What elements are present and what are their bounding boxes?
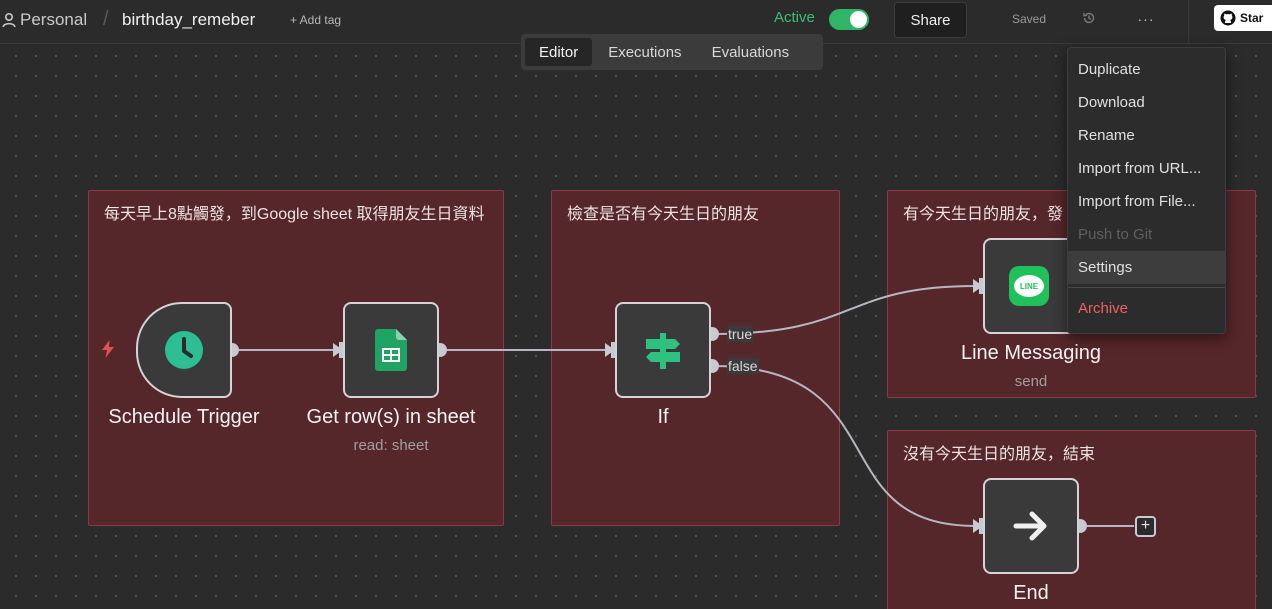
node-line-messaging[interactable]: LINE	[983, 238, 1079, 334]
menu-divider	[1068, 287, 1225, 288]
node-end[interactable]	[983, 478, 1079, 574]
google-sheets-icon	[375, 329, 407, 371]
menu-item-import-url[interactable]: Import from URL...	[1068, 152, 1225, 185]
edge-if-false-end	[711, 365, 977, 527]
line-icon-text: LINE	[1019, 281, 1039, 291]
node-subtitle: read: sheet	[353, 437, 429, 454]
node-label: If	[657, 406, 669, 428]
branch-label-true: true	[727, 326, 754, 342]
node-subtitle: send	[1014, 373, 1048, 390]
trigger-bolt-icon	[100, 340, 116, 363]
menu-item-download[interactable]: Download	[1068, 86, 1225, 119]
menu-item-push-to-git: Push to Git	[1078, 226, 1153, 243]
node-schedule-trigger[interactable]	[136, 302, 232, 398]
menu-item-rename[interactable]: Rename	[1068, 119, 1225, 152]
branch-label-false: false	[727, 358, 759, 374]
menu-item-duplicate[interactable]: Duplicate	[1068, 53, 1225, 86]
signpost-icon	[646, 333, 680, 369]
node-if[interactable]	[615, 302, 711, 398]
node-label: Schedule Trigger	[108, 406, 260, 428]
add-node-plus-icon[interactable]: +	[1135, 516, 1156, 537]
arrow-right-icon	[1013, 511, 1047, 541]
menu-item-archive[interactable]: Archive	[1068, 292, 1225, 325]
node-label: Line Messaging	[960, 342, 1102, 364]
menu-item-import-file[interactable]: Import from File...	[1068, 185, 1225, 218]
line-icon: LINE	[1009, 266, 1049, 306]
node-label: End	[1013, 582, 1049, 604]
clock-icon	[165, 331, 203, 369]
more-options-menu: Duplicate Download Rename Import from UR…	[1067, 47, 1226, 334]
menu-item-settings[interactable]: Settings	[1068, 251, 1225, 284]
node-label: Get row(s) in sheet	[306, 406, 476, 428]
node-get-rows-sheet[interactable]	[343, 302, 439, 398]
